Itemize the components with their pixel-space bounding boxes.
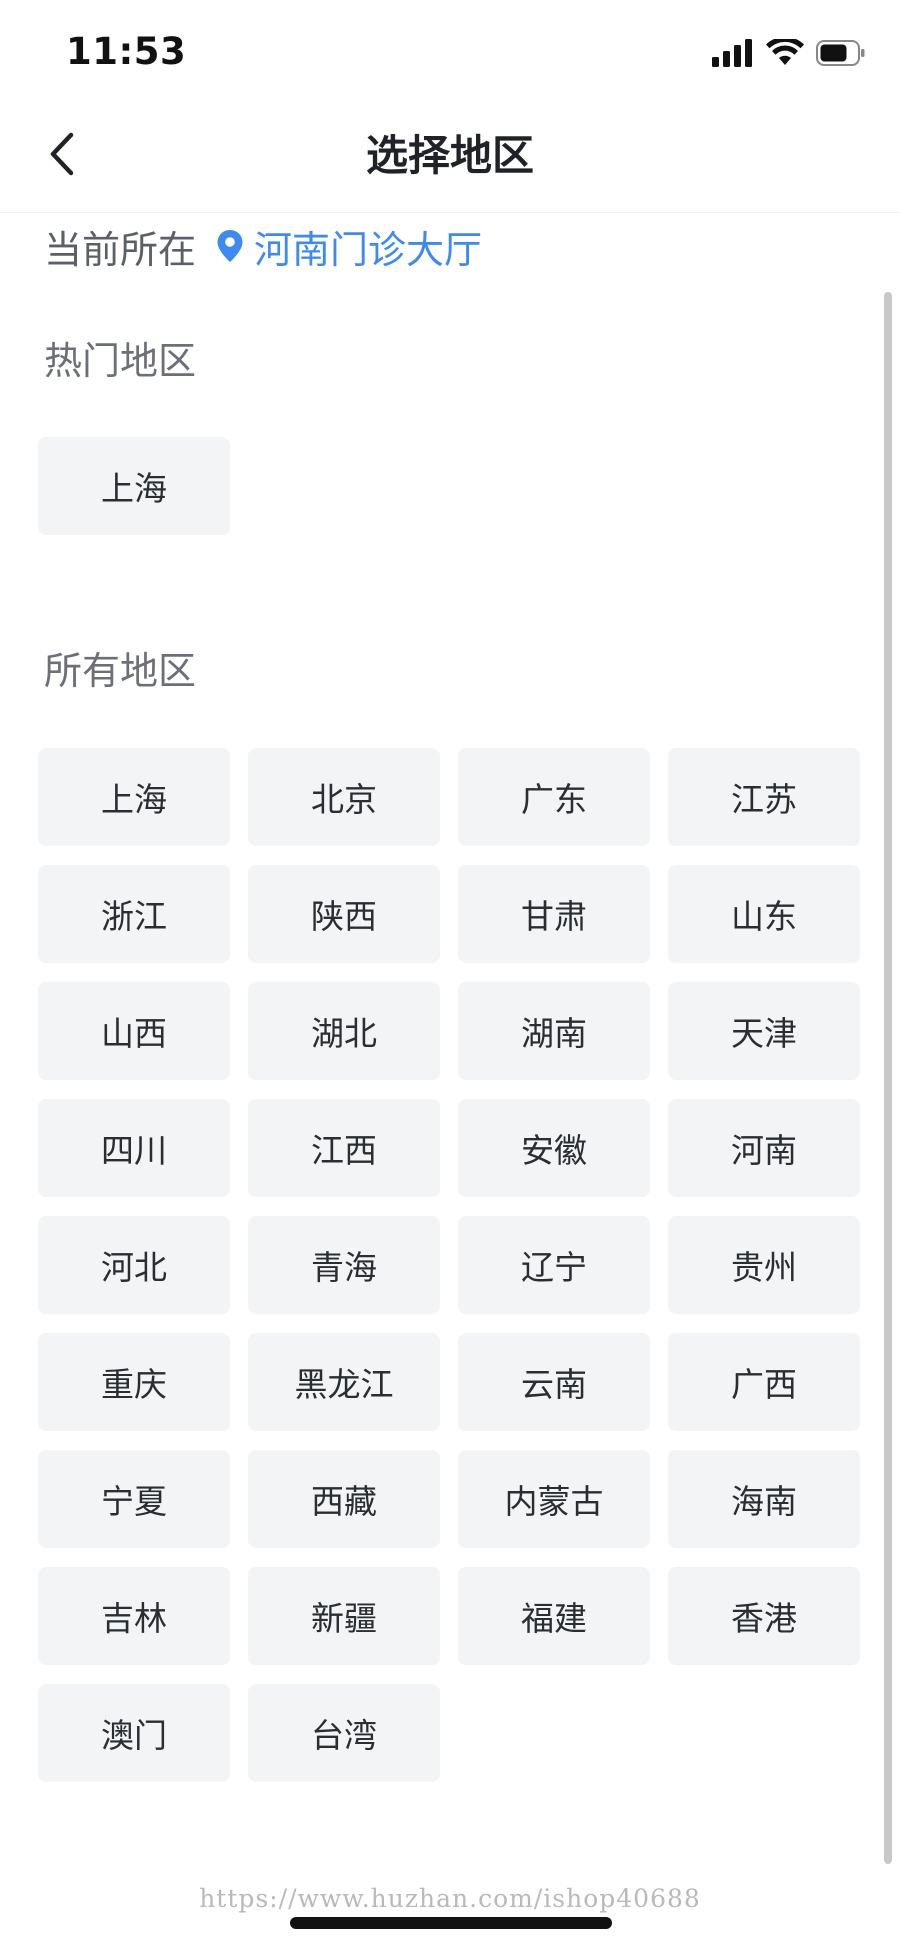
region-chip[interactable]: 云南 — [458, 1333, 650, 1431]
region-chip[interactable]: 吉林 — [38, 1567, 230, 1665]
status-icons — [712, 36, 866, 71]
page-title: 选择地区 — [365, 131, 534, 180]
region-chip[interactable]: 安徽 — [458, 1099, 650, 1197]
watermark: https://www.huzhan.com/ishop40688 — [199, 1884, 701, 1913]
region-chip[interactable]: 湖南 — [458, 982, 650, 1080]
region-chip[interactable]: 黑龙江 — [248, 1333, 440, 1431]
region-chip[interactable]: 山西 — [38, 982, 230, 1080]
current-location-label: 当前所在 — [44, 227, 197, 272]
current-location: 当前所在 河南门诊大厅 — [44, 216, 482, 276]
region-chip[interactable]: 重庆 — [38, 1333, 230, 1431]
signal-icon — [712, 39, 754, 71]
current-location-value[interactable]: 河南门诊大厅 — [254, 219, 482, 274]
region-chip[interactable]: 上海 — [38, 437, 230, 535]
region-chip[interactable]: 北京 — [248, 748, 440, 846]
all-regions-title: 所有地区 — [44, 649, 197, 693]
region-chip[interactable]: 内蒙古 — [458, 1450, 650, 1548]
home-indicator[interactable] — [290, 1917, 612, 1929]
region-chip[interactable]: 贵州 — [668, 1216, 860, 1314]
hot-regions-grid: 上海 — [38, 437, 860, 535]
region-chip[interactable]: 辽宁 — [458, 1216, 650, 1314]
region-chip[interactable]: 西藏 — [248, 1450, 440, 1548]
region-chip[interactable]: 台湾 — [248, 1684, 440, 1782]
region-chip[interactable]: 陕西 — [248, 865, 440, 963]
region-chip[interactable]: 湖北 — [248, 982, 440, 1080]
wifi-icon — [766, 36, 804, 71]
region-chip[interactable]: 福建 — [458, 1567, 650, 1665]
region-chip[interactable]: 河北 — [38, 1216, 230, 1314]
location-pin-icon — [216, 229, 244, 263]
region-chip[interactable]: 天津 — [668, 982, 860, 1080]
region-chip[interactable]: 海南 — [668, 1450, 860, 1548]
all-regions-grid: 上海 北京 广东 江苏 浙江 陕西 甘肃 山东 山西 湖北 湖南 天津 四川 江… — [38, 748, 860, 1782]
region-chip[interactable]: 青海 — [248, 1216, 440, 1314]
region-chip[interactable]: 广西 — [668, 1333, 860, 1431]
region-chip[interactable]: 澳门 — [38, 1684, 230, 1782]
region-chip[interactable]: 河南 — [668, 1099, 860, 1197]
region-chip[interactable]: 甘肃 — [458, 865, 650, 963]
region-chip[interactable]: 宁夏 — [38, 1450, 230, 1548]
navigation-bar: 选择地区 — [0, 100, 900, 213]
hot-regions-title: 热门地区 — [44, 339, 197, 383]
region-chip[interactable]: 上海 — [38, 748, 230, 846]
region-chip[interactable]: 新疆 — [248, 1567, 440, 1665]
battery-icon — [816, 39, 866, 71]
region-chip[interactable]: 江西 — [248, 1099, 440, 1197]
region-chip[interactable]: 广东 — [458, 748, 650, 846]
region-chip[interactable]: 浙江 — [38, 865, 230, 963]
region-chip[interactable]: 香港 — [668, 1567, 860, 1665]
status-bar: 11:53 — [0, 0, 900, 100]
region-chip[interactable]: 江苏 — [668, 748, 860, 846]
region-chip[interactable]: 山东 — [668, 865, 860, 963]
region-chip[interactable]: 四川 — [38, 1099, 230, 1197]
scrollbar[interactable] — [884, 292, 892, 1864]
status-time: 11:53 — [66, 30, 187, 73]
